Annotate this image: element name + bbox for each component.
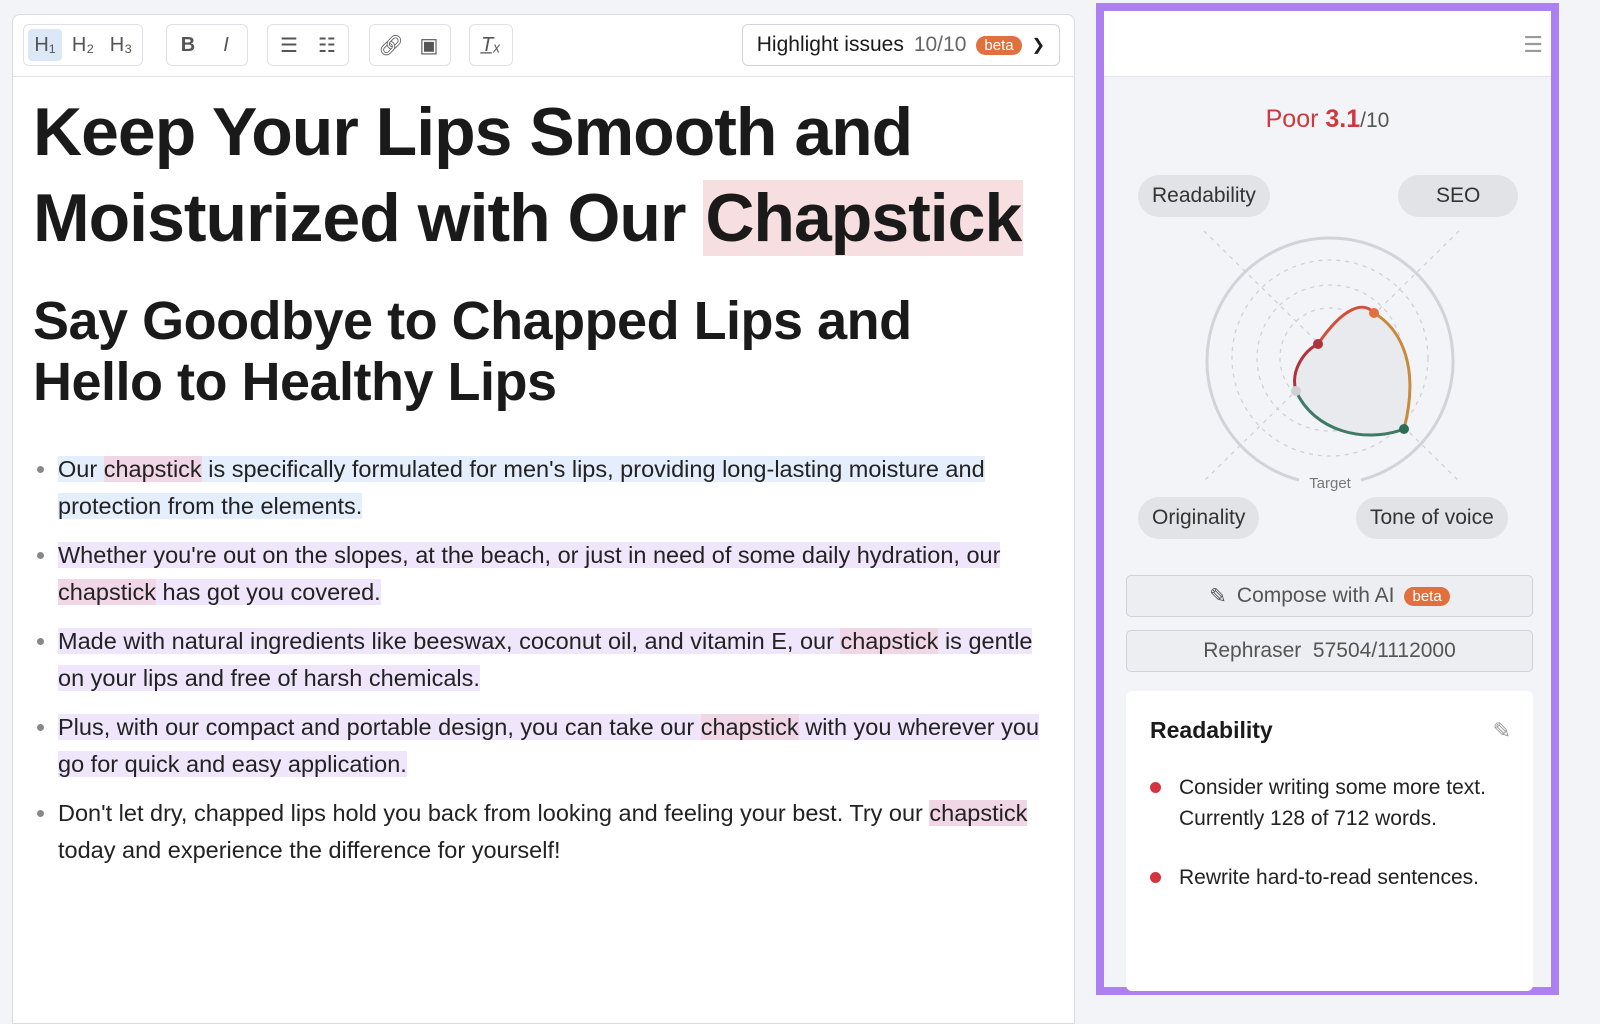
doc-subtitle: Say Goodbye to Chapped Lips and Hello to… xyxy=(33,291,912,412)
tab-tone-of-voice[interactable]: Tone of voice xyxy=(1356,497,1508,539)
bullet-item: Don't let dry, chapped lips hold you bac… xyxy=(58,795,1054,869)
toolbar: H₁ H₂ H₃ B I ☰ ☷ 🔗︎ ▣ T̲ₓ Highlight issu… xyxy=(13,15,1074,77)
bullet-item: Our chapstick is specifically formulated… xyxy=(58,451,1054,525)
list-group: ☰ ☷ xyxy=(267,24,349,66)
chevron-down-icon: ❯ xyxy=(1031,37,1045,54)
keyword-highlight[interactable]: chapstick xyxy=(700,714,799,740)
rephraser-label: Rephraser 57504/1112000 xyxy=(1203,639,1456,662)
italic-button[interactable]: I xyxy=(209,29,243,61)
image-icon[interactable]: ▣ xyxy=(412,29,446,61)
compose-with-ai-button[interactable]: ✎ Compose with AI beta xyxy=(1126,575,1533,617)
issue-text: Consider writing some more text. Current… xyxy=(1179,776,1486,830)
heading-group: H₁ H₂ H₃ xyxy=(23,24,143,66)
sentence: Whether you're out on the slopes, at the… xyxy=(58,542,1001,568)
beta-badge: beta xyxy=(976,35,1022,55)
tab-readability[interactable]: Readability xyxy=(1138,175,1270,217)
format-group: B I xyxy=(166,24,248,66)
sentence: Don't let dry, chapped lips hold you bac… xyxy=(58,800,930,826)
bullet-item: Plus, with our compact and portable desi… xyxy=(58,709,1054,783)
highlight-count: 10/10 xyxy=(913,33,967,56)
keyword-highlight[interactable]: chapstick xyxy=(840,628,939,654)
card-title: Readability xyxy=(1150,717,1273,743)
bullet-item: Whether you're out on the slopes, at the… xyxy=(58,537,1054,611)
radar-chart: Target xyxy=(1203,230,1460,492)
h2-button[interactable]: H₂ xyxy=(66,29,100,61)
beta-badge: beta xyxy=(1404,586,1450,606)
highlight-label: Highlight issues xyxy=(756,33,904,56)
issue-text: Rewrite hard-to-read sentences. xyxy=(1179,866,1479,889)
magic-pen-icon: ✎ xyxy=(1209,584,1227,608)
rephraser-button[interactable]: Rephraser 57504/1112000 xyxy=(1126,630,1533,672)
document[interactable]: Keep Your Lips Smooth and Moisturized wi… xyxy=(13,77,1074,869)
radar-point xyxy=(1291,386,1301,396)
h1-button[interactable]: H₁ xyxy=(28,29,62,61)
sentence: Plus, with our compact and portable desi… xyxy=(58,714,701,740)
bullet-item: Made with natural ingredients like beesw… xyxy=(58,623,1054,697)
error-dot-icon xyxy=(1150,782,1161,793)
keyword-highlight[interactable]: chapstick xyxy=(58,579,156,605)
radar-point xyxy=(1369,308,1379,318)
score-panel: ☰ Poor 3.1/10 Target Readability SEO Ori… xyxy=(1096,3,1559,995)
tab-seo[interactable]: SEO xyxy=(1398,175,1519,217)
highlight-issues-dropdown[interactable]: Highlight issues 10/10 beta ❯ xyxy=(741,24,1060,66)
error-dot-icon xyxy=(1150,872,1161,883)
keyword-highlight[interactable]: chapstick xyxy=(103,456,202,482)
issue-item: Consider writing some more text. Current… xyxy=(1150,772,1509,834)
h3-button[interactable]: H₃ xyxy=(104,29,138,61)
keyword-highlight[interactable]: chapstick xyxy=(929,800,1028,826)
sentence: has got you covered. xyxy=(155,579,381,605)
radar-point xyxy=(1399,424,1409,434)
compose-label: Compose with AI xyxy=(1236,584,1395,607)
tab-originality[interactable]: Originality xyxy=(1138,497,1260,539)
title-keyword: Chapstick xyxy=(703,180,1024,256)
bullet-list: Our chapstick is specifically formulated… xyxy=(33,451,1054,869)
bullet-list-icon[interactable]: ☷ xyxy=(310,29,344,61)
insert-group: 🔗︎ ▣ xyxy=(369,24,451,66)
target-label: Target xyxy=(1309,475,1352,492)
clear-format-button[interactable]: T̲ₓ xyxy=(474,29,508,61)
sentence: today and experience the difference for … xyxy=(58,837,561,863)
issue-item: Rewrite hard-to-read sentences. xyxy=(1150,862,1509,893)
bold-button[interactable]: B xyxy=(171,29,205,61)
editor: H₁ H₂ H₃ B I ☰ ☷ 🔗︎ ▣ T̲ₓ Highlight issu… xyxy=(12,14,1075,1024)
sentence: Our xyxy=(58,456,104,482)
sentence: Made with natural ingredients like beesw… xyxy=(58,628,841,654)
doc-title: Keep Your Lips Smooth and Moisturized wi… xyxy=(33,89,1054,261)
link-icon[interactable]: 🔗︎ xyxy=(374,29,408,61)
clear-format-group: T̲ₓ xyxy=(469,24,513,66)
readability-card: Readability ✎ Consider writing some more… xyxy=(1126,691,1533,991)
pencil-icon[interactable]: ✎ xyxy=(1493,719,1511,744)
ordered-list-icon[interactable]: ☰ xyxy=(272,29,306,61)
radar-point xyxy=(1313,339,1323,349)
